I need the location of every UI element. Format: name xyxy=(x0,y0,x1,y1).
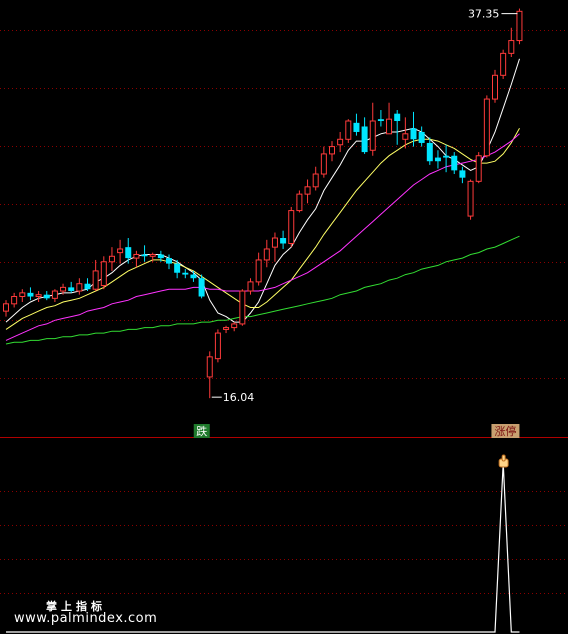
candle-body xyxy=(35,294,42,298)
candle-body xyxy=(459,170,466,178)
candle-body xyxy=(312,173,319,188)
candle-body xyxy=(386,118,393,135)
candle-body xyxy=(483,98,490,157)
candle-body xyxy=(516,10,523,42)
candle-body xyxy=(214,332,221,360)
tag-down-label: 跌 xyxy=(196,424,207,438)
candle-body xyxy=(247,281,254,292)
candle-body xyxy=(19,292,26,298)
candle-body xyxy=(108,255,115,263)
candle-body xyxy=(500,52,507,76)
candle-body xyxy=(492,74,498,100)
candle-body xyxy=(434,157,441,162)
candle-body xyxy=(320,153,327,175)
candle-body xyxy=(100,261,107,287)
candle-body xyxy=(149,253,156,257)
low-price-label: 16.04 xyxy=(223,391,255,404)
candle-body xyxy=(467,180,474,217)
candle-body xyxy=(345,120,352,140)
candle-body xyxy=(394,113,401,122)
candlestick-chart: 37.35 16.04 跌 涨停 xyxy=(0,0,568,634)
candle-body xyxy=(353,122,360,132)
candle-body xyxy=(410,128,417,140)
candle-body xyxy=(402,133,409,140)
candle-body xyxy=(51,290,58,299)
candle-body xyxy=(141,254,148,257)
candle-body xyxy=(239,290,246,325)
candle-body xyxy=(43,294,50,299)
candle-body xyxy=(206,356,213,378)
candle-body xyxy=(361,126,368,153)
candle-body xyxy=(68,287,75,292)
candle-body xyxy=(133,253,140,259)
candle-body xyxy=(11,296,18,305)
candle-body xyxy=(166,258,172,264)
candle-body xyxy=(60,286,67,292)
tag-up-label: 涨停 xyxy=(494,424,516,438)
candle-body xyxy=(426,142,433,162)
candle-body xyxy=(337,138,344,146)
candle-body xyxy=(443,155,450,158)
candle-body xyxy=(3,303,9,312)
candle-body xyxy=(198,278,205,297)
candle-body xyxy=(280,238,287,244)
candle-body xyxy=(288,210,295,244)
candle-body xyxy=(369,120,376,151)
candle-body xyxy=(271,237,278,248)
candle-body xyxy=(223,327,230,330)
candle-body xyxy=(329,146,335,155)
candle-body xyxy=(174,263,181,273)
candle-body xyxy=(304,186,311,195)
candle-body xyxy=(190,274,197,279)
candle-body xyxy=(263,248,270,261)
candle-body xyxy=(377,119,384,122)
candle-body xyxy=(125,247,132,259)
candle-body xyxy=(418,131,425,143)
candle-body xyxy=(182,272,189,275)
candle-body xyxy=(27,292,34,297)
candle-body xyxy=(76,283,83,292)
watermark-url: www.palmindex.com xyxy=(14,611,158,626)
candle-body xyxy=(157,254,164,259)
candle-body xyxy=(231,323,238,329)
high-price-label: 37.35 xyxy=(468,8,500,21)
candle-body xyxy=(451,155,458,171)
candle-body xyxy=(117,248,124,254)
candle-body xyxy=(508,40,515,54)
candle-body xyxy=(296,193,303,212)
candle-body xyxy=(92,270,99,290)
candle-body xyxy=(84,283,91,290)
candle-body xyxy=(255,259,262,283)
candle-body xyxy=(475,155,482,182)
